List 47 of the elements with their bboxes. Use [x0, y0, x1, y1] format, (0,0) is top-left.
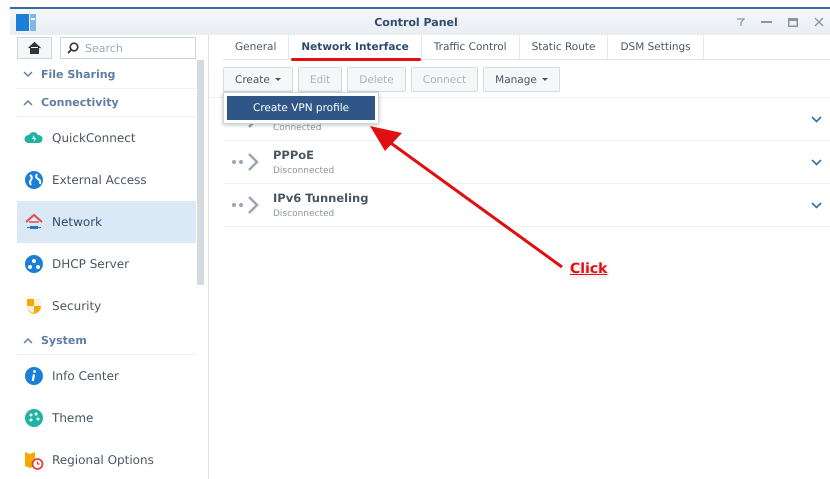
tab[interactable]: Traffic Control	[422, 35, 520, 59]
interface-name: PPPoE	[273, 148, 316, 162]
section-label: File Sharing	[41, 68, 116, 81]
shield-icon	[24, 296, 44, 316]
map-clock-icon	[24, 450, 44, 470]
chevron-up-icon	[23, 99, 33, 106]
help-icon[interactable]	[736, 18, 745, 26]
connection-arrow-icon	[231, 195, 261, 215]
scrollbar[interactable]	[197, 60, 204, 285]
expand-chevron-icon[interactable]	[811, 202, 822, 208]
app-logo-icon	[16, 14, 36, 30]
maximize-icon[interactable]	[788, 18, 798, 26]
tab[interactable]: Static Route	[520, 35, 608, 59]
caret-icon	[274, 78, 281, 81]
house-icon	[24, 212, 44, 232]
sidebar-item[interactable]: Network	[17, 201, 196, 243]
section-label: System	[41, 334, 87, 347]
home-icon	[28, 42, 41, 54]
interface-name: IPv6 Tunneling	[273, 191, 370, 205]
menu-item[interactable]: Create VPN profile	[227, 96, 376, 120]
caret-icon	[542, 78, 548, 81]
section-label: Connectivity	[41, 96, 119, 109]
tab[interactable]: DSM Settings	[608, 35, 704, 59]
window-title: Control Panel	[373, 16, 459, 28]
chevron-down-icon	[23, 71, 33, 78]
chevron-up-icon	[23, 337, 33, 344]
search-icon	[67, 42, 79, 54]
toolbar-button[interactable]: Create	[223, 67, 293, 92]
interface-status: Connected	[273, 123, 322, 133]
close-icon[interactable]	[814, 17, 824, 27]
interface-status: Disconnected	[273, 166, 336, 176]
tab[interactable]: Network Interface	[289, 35, 422, 59]
expand-chevron-icon[interactable]	[811, 158, 822, 166]
info-icon	[24, 366, 44, 386]
tab[interactable]: General	[223, 35, 290, 59]
annotation-label: Click	[570, 261, 608, 277]
palette-icon	[24, 408, 44, 428]
connection-arrow-icon	[231, 152, 261, 172]
interface-status: Disconnected	[273, 209, 336, 219]
search-field[interactable]: Search	[60, 37, 196, 59]
section-header[interactable]: File Sharing	[17, 61, 196, 89]
interface-row[interactable]: IPv6 Tunneling Disconnected	[223, 184, 830, 227]
expand-chevron-icon[interactable]	[811, 116, 822, 122]
toolbar-button[interactable]: Manage	[483, 67, 560, 92]
globe-icon	[24, 170, 44, 190]
home-button[interactable]	[17, 37, 52, 59]
network-nodes-icon	[24, 254, 44, 274]
